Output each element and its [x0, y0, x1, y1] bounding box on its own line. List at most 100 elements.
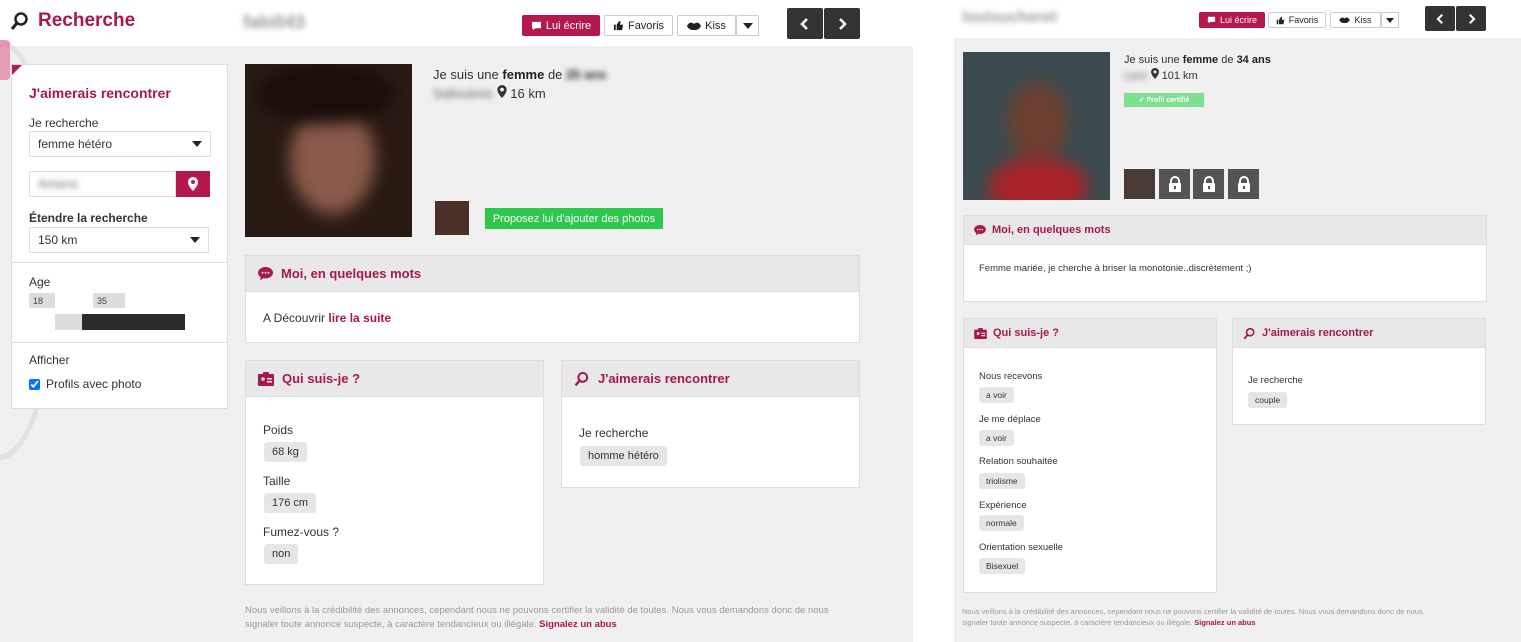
field-value-tag: a voir: [979, 387, 1014, 403]
chevron-down-icon: [742, 22, 753, 29]
suggest-photos-button[interactable]: Proposez lui d'ajouter des photos: [485, 208, 663, 229]
age-max-handle[interactable]: 35: [93, 293, 125, 308]
search-icon: [1243, 327, 1255, 339]
photo-only-checkbox[interactable]: Profils avec photo: [29, 377, 141, 391]
chevron-down-icon: [192, 141, 202, 147]
field-value-tag: 68 kg: [264, 442, 307, 462]
age-range-fill[interactable]: [82, 314, 185, 330]
search-link[interactable]: Recherche: [10, 10, 135, 32]
field-value-tag: homme hétéro: [580, 446, 667, 466]
thumbs-up-icon: [613, 20, 624, 31]
age-min-handle[interactable]: 18: [29, 293, 55, 308]
who-am-i-section: Qui suis-je ? Poids 68 kg Taille 176 cm …: [245, 360, 544, 585]
id-card-icon: [258, 371, 274, 386]
search-sidebar: J'aimerais rencontrer Je recherche femme…: [11, 64, 228, 409]
lock-icon: [1168, 176, 1181, 192]
extend-search-select[interactable]: 150 km: [29, 227, 209, 253]
locked-photo[interactable]: [1228, 169, 1259, 199]
id-card-icon: [974, 327, 987, 339]
about-section: Moi, en quelques mots Femme mariée, je c…: [963, 215, 1487, 302]
profile-gender: femme: [1182, 54, 1219, 66]
field-label: Poids: [263, 423, 294, 437]
about-section-header: Moi, en quelques mots: [246, 256, 859, 292]
field-value-tag: normale: [979, 515, 1024, 531]
write-message-button[interactable]: Lui écrire: [1199, 12, 1265, 28]
sidebar-title: J'aimerais rencontrer: [29, 85, 171, 101]
field-label: Je recherche: [1248, 375, 1303, 386]
previous-profile-button[interactable]: [1425, 6, 1455, 31]
chevron-left-icon: [800, 17, 808, 30]
more-dropdown-button[interactable]: [736, 15, 759, 36]
search-icon: [574, 371, 589, 386]
map-pin-icon: [496, 85, 507, 98]
would-like-header: J'aimerais rencontrer: [1233, 319, 1485, 348]
field-label: Fumez-vous ?: [263, 525, 340, 539]
chevron-right-icon: [1468, 13, 1476, 24]
favorites-button[interactable]: Favoris: [1268, 12, 1326, 28]
chevron-left-icon: [1435, 13, 1443, 24]
report-abuse-link[interactable]: Signalez un abus: [1194, 618, 1255, 627]
profile-distance: 16 km: [510, 86, 546, 101]
lips-icon: [687, 22, 702, 30]
chat-bubble-icon: [974, 224, 986, 236]
would-like-section: J'aimerais rencontrer Je recherche homme…: [561, 360, 860, 488]
next-profile-button[interactable]: [824, 8, 860, 39]
previous-profile-button[interactable]: [787, 8, 823, 39]
map-pin-icon: [188, 177, 198, 191]
location-input[interactable]: Amiens: [29, 171, 176, 197]
search-title: Recherche: [38, 10, 136, 31]
profile-intro: Je suis une femme de 34 ans Lyon 101 km: [1124, 54, 1271, 82]
write-message-button[interactable]: Lui écrire: [522, 15, 600, 36]
read-more-link[interactable]: lire la suite: [328, 311, 391, 325]
show-label: Afficher: [29, 353, 70, 367]
extend-search-label: Étendre la recherche: [29, 211, 148, 225]
top-bar: [0, 0, 913, 46]
field-value-tag: couple: [1248, 392, 1288, 408]
field-value-tag: triolisme: [979, 473, 1025, 489]
locked-photo[interactable]: [1159, 169, 1190, 199]
field-label: Relation souhaitée: [979, 456, 1058, 467]
who-am-i-section: Qui suis-je ? Nous recevons a voir Je me…: [963, 318, 1217, 593]
profile-gender: femme: [502, 67, 545, 82]
field-label: Je recherche: [579, 426, 649, 440]
kiss-button[interactable]: Kiss: [677, 15, 736, 36]
report-abuse-link[interactable]: Signalez un abus: [539, 619, 617, 630]
locked-photo[interactable]: [1193, 169, 1224, 199]
profile-username: fabi043: [243, 12, 306, 32]
more-dropdown-button[interactable]: [1381, 12, 1399, 28]
disclaimer: Nous veillons à la crédibilité des annon…: [245, 605, 829, 630]
profile-photo[interactable]: [963, 52, 1110, 200]
profile-distance: 101 km: [1161, 70, 1198, 82]
about-text: A Découvrir lire la suite: [263, 311, 392, 325]
kiss-button[interactable]: Kiss: [1330, 12, 1381, 28]
field-label: Je me déplace: [979, 414, 1041, 425]
about-section: Moi, en quelques mots A Découvrir lire l…: [245, 255, 860, 343]
profile-city: Lyon: [1124, 70, 1148, 82]
field-value-tag: non: [264, 544, 299, 564]
next-profile-button[interactable]: [1456, 6, 1486, 31]
lips-icon: [1339, 17, 1351, 23]
photo-thumbnail[interactable]: [435, 201, 469, 235]
looking-for-select[interactable]: femme hétéro: [29, 131, 211, 157]
photo-thumbnail[interactable]: [1124, 169, 1155, 199]
chat-bubble-icon: [1207, 16, 1216, 24]
background-decoration-accent: [0, 40, 10, 80]
chevron-down-icon: [1386, 17, 1394, 23]
profile-city: Salloubois: [433, 86, 493, 101]
field-label: Taille: [263, 474, 291, 488]
locate-button[interactable]: [176, 171, 210, 197]
corner-ribbon: [12, 65, 22, 75]
photo-only-input[interactable]: [29, 378, 40, 390]
about-text: Femme mariée, je cherche à briser la mon…: [979, 263, 1252, 274]
profile-age: 34 ans: [1236, 54, 1271, 66]
disclaimer: Nous veillons à la crédibilité des annon…: [962, 607, 1423, 627]
divider: [12, 342, 227, 343]
about-section-header: Moi, en quelques mots: [964, 216, 1486, 245]
profile-screen-right: louisucheret Lui écrire Favoris Kiss Je …: [954, 0, 1521, 642]
favorites-button[interactable]: Favoris: [604, 15, 673, 36]
age-label: Age: [29, 275, 51, 289]
chat-bubble-icon: [258, 266, 273, 280]
certified-badge: ✓ Profil certifié: [1124, 93, 1204, 107]
profile-photo[interactable]: [245, 64, 412, 237]
lock-icon: [1237, 176, 1250, 192]
